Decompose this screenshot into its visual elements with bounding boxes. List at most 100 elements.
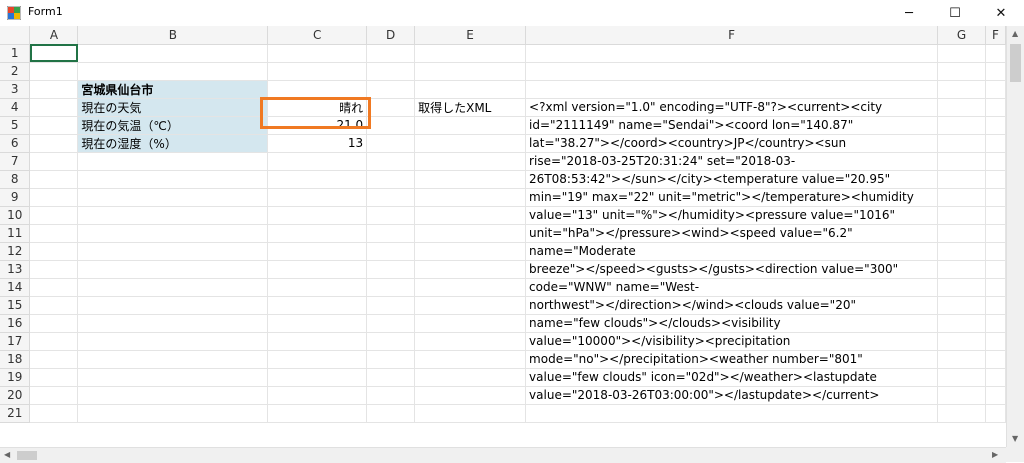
row-header[interactable]: 11 [0, 224, 31, 243]
cell[interactable] [366, 206, 416, 225]
minimize-button[interactable]: ─ [886, 0, 932, 26]
cell[interactable] [985, 296, 1006, 315]
xml-text-line[interactable]: name="Moderate [525, 242, 938, 261]
cell[interactable] [937, 62, 986, 81]
cell[interactable] [29, 260, 79, 279]
cell[interactable] [985, 62, 1006, 81]
cell[interactable] [985, 332, 1006, 351]
row-header[interactable]: 15 [0, 296, 31, 315]
cell[interactable] [937, 386, 986, 405]
column-header-d[interactable]: D [366, 26, 416, 45]
cell[interactable] [985, 242, 1006, 261]
cell[interactable] [77, 242, 269, 261]
cell[interactable] [937, 98, 986, 117]
cell[interactable] [29, 224, 79, 243]
cell[interactable] [414, 278, 527, 297]
temperature-label-cell[interactable]: 現在の気温（℃） [77, 115, 269, 135]
cell[interactable] [29, 296, 79, 315]
column-header-g[interactable]: G [937, 26, 986, 45]
cell[interactable] [937, 44, 986, 63]
cell[interactable] [414, 206, 527, 225]
cell[interactable] [937, 152, 986, 171]
xml-text-line[interactable]: id="2111149" name="Sendai"><coord lon="1… [525, 116, 938, 135]
active-cell-a1[interactable] [29, 44, 79, 63]
column-header-partial[interactable]: F [985, 26, 1006, 45]
cell[interactable] [985, 170, 1006, 189]
row-header[interactable]: 12 [0, 242, 31, 261]
cell[interactable] [29, 98, 79, 117]
cell[interactable] [267, 314, 368, 333]
cell[interactable] [525, 62, 938, 81]
cell[interactable] [267, 170, 368, 189]
corner-select-all[interactable] [0, 26, 31, 45]
cell[interactable] [29, 80, 79, 99]
scroll-left-icon[interactable]: ◀ [4, 450, 10, 459]
scroll-down-icon[interactable]: ▼ [1012, 434, 1018, 443]
xml-text-line[interactable]: min="19" max="22" unit="metric"></temper… [525, 188, 938, 207]
xml-text-line[interactable]: unit="hPa"></pressure><wind><speed value… [525, 224, 938, 243]
cell[interactable] [985, 386, 1006, 405]
cell[interactable] [414, 224, 527, 243]
cell[interactable] [366, 116, 416, 135]
cell[interactable] [985, 206, 1006, 225]
cell[interactable] [77, 188, 269, 207]
cell[interactable] [29, 116, 79, 135]
cell[interactable] [77, 404, 269, 423]
row-header[interactable]: 19 [0, 368, 31, 387]
cell[interactable] [414, 332, 527, 351]
cell[interactable] [366, 386, 416, 405]
cell[interactable] [29, 404, 79, 423]
cell[interactable] [29, 278, 79, 297]
xml-text-line[interactable]: value="10000"></visibility><precipitatio… [525, 332, 938, 351]
cell[interactable] [77, 206, 269, 225]
xml-text-line[interactable]: 26T08:53:42"></sun></city><temperature v… [525, 170, 938, 189]
cell[interactable] [267, 386, 368, 405]
cell[interactable] [77, 62, 269, 81]
cell[interactable] [937, 278, 986, 297]
cell[interactable] [366, 368, 416, 387]
cell[interactable] [525, 80, 938, 99]
cell[interactable] [77, 152, 269, 171]
column-header-f[interactable]: F [525, 26, 938, 45]
cell[interactable] [366, 350, 416, 369]
scroll-up-icon[interactable]: ▲ [1012, 29, 1018, 38]
cell[interactable] [267, 368, 368, 387]
cell[interactable] [414, 260, 527, 279]
cell[interactable] [267, 188, 368, 207]
cell[interactable] [366, 224, 416, 243]
cell[interactable] [414, 116, 527, 135]
row-header[interactable]: 18 [0, 350, 31, 369]
cell[interactable] [29, 152, 79, 171]
xml-text-line[interactable]: name="few clouds"></clouds><visibility [525, 314, 938, 333]
column-header-b[interactable]: B [77, 26, 269, 45]
row-header[interactable]: 16 [0, 314, 31, 333]
cell[interactable] [985, 134, 1006, 153]
cell[interactable] [985, 98, 1006, 117]
row-header[interactable]: 2 [0, 62, 31, 81]
cell[interactable] [29, 134, 79, 153]
cell[interactable] [937, 404, 986, 423]
cell[interactable] [366, 44, 416, 63]
cell[interactable] [366, 314, 416, 333]
xml-text-line[interactable]: northwest"></direction></wind><clouds va… [525, 296, 938, 315]
cell[interactable] [267, 80, 368, 99]
cell[interactable] [366, 188, 416, 207]
cell[interactable] [29, 386, 79, 405]
cell[interactable] [366, 260, 416, 279]
cell[interactable] [937, 332, 986, 351]
cell[interactable] [267, 404, 368, 423]
cell[interactable] [77, 170, 269, 189]
row-header[interactable]: 14 [0, 278, 31, 297]
cell[interactable] [267, 296, 368, 315]
cell[interactable] [414, 242, 527, 261]
xml-label-cell[interactable]: 取得したXML [414, 98, 527, 117]
cell[interactable] [985, 404, 1006, 423]
cell[interactable] [937, 350, 986, 369]
xml-text-line[interactable]: rise="2018-03-25T20:31:24" set="2018-03- [525, 152, 938, 171]
cell[interactable] [985, 152, 1006, 171]
cell[interactable] [267, 332, 368, 351]
cell[interactable] [414, 404, 527, 423]
cell[interactable] [414, 62, 527, 81]
cell[interactable] [937, 368, 986, 387]
column-header-e[interactable]: E [414, 26, 527, 45]
